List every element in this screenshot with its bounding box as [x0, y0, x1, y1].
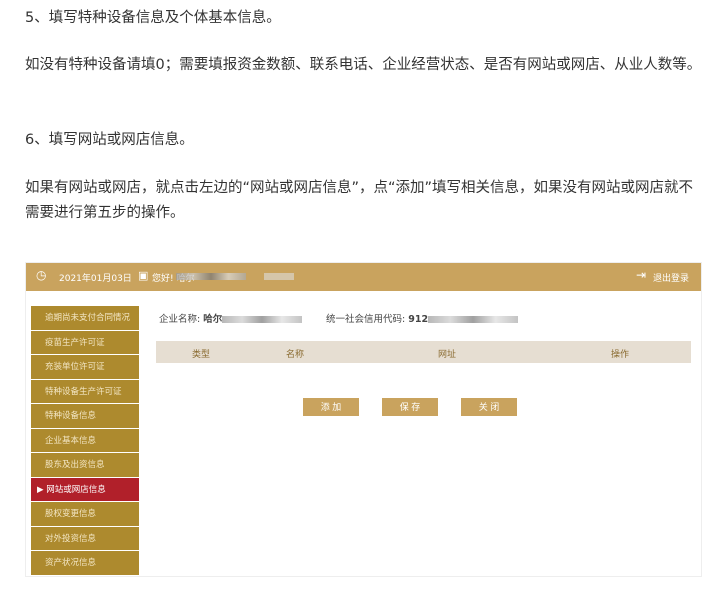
sidebar-item[interactable]: 特种设备生产许可证	[31, 379, 139, 403]
sidebar-item[interactable]: 特种设备信息	[31, 404, 139, 428]
paragraph: 5、填写特种设备信息及个体基本信息。	[25, 10, 281, 26]
sidebar-item[interactable]: 逾期尚未支付合同情况	[31, 306, 139, 330]
paragraph: 6、填写网站或网店信息。	[25, 132, 194, 148]
sidebar-item[interactable]: 股东及出资信息	[31, 453, 139, 477]
label: 企业名称:	[159, 314, 201, 325]
user-icon: ▣	[138, 269, 149, 282]
company-name: 企业名称: 哈尔	[159, 311, 303, 325]
sidebar-item-label: 网站或网店信息	[46, 484, 106, 495]
paragraph: 如果有网站或网店，就点击左边的“网站或网店信息”，点“添加”填写相关信息，如果没…	[25, 180, 694, 221]
add-button[interactable]: 添 加	[303, 398, 359, 416]
logout-link[interactable]: 退出登录	[653, 271, 689, 284]
sidebar-item[interactable]: 资产状况信息	[31, 551, 139, 575]
col-type: 类型	[192, 350, 211, 360]
save-button[interactable]: 保 存	[382, 398, 438, 416]
col-url: 网址	[438, 350, 457, 360]
label: 统一社会信用代码:	[326, 314, 406, 325]
redacted	[428, 316, 519, 323]
logout-icon[interactable]: ⇥	[636, 268, 646, 282]
table-header: 类型 名称 网址 操作	[156, 341, 691, 363]
paragraph: 如没有特种设备请填0；需要填报资金数额、联系电话、企业经营状态、是否有网站或网店…	[25, 57, 702, 73]
sidebar-item[interactable]: 对外投资信息	[31, 526, 139, 550]
sidebar: 逾期尚未支付合同情况 疫苗生产许可证 充装单位许可证 特种设备生产许可证 特种设…	[31, 306, 139, 576]
clock-icon: ◷	[36, 268, 47, 282]
redacted	[222, 316, 303, 323]
embedded-screenshot: ◷ 2021年01月03日 ▣ 您好! 哈尔 ⇥ 退出登录 逾期尚未支付合同情况…	[25, 262, 702, 577]
col-name: 名称	[286, 350, 305, 360]
sidebar-item[interactable]: 充装单位许可证	[31, 355, 139, 379]
credit-code: 统一社会信用代码: 912	[326, 311, 519, 325]
arrow-icon: ▶	[37, 484, 44, 495]
value: 912	[408, 314, 429, 325]
date: 2021年01月03日	[59, 274, 132, 284]
sidebar-item-active[interactable]: ▶ 网站或网店信息	[31, 477, 139, 501]
sidebar-item[interactable]: 股权变更信息	[31, 502, 139, 526]
sidebar-item[interactable]: 疫苗生产许可证	[31, 330, 139, 354]
redacted	[176, 273, 246, 280]
header-bar: ◷ 2021年01月03日 ▣ 您好! 哈尔 ⇥ 退出登录	[26, 263, 701, 291]
close-button[interactable]: 关 闭	[461, 398, 517, 416]
redacted	[264, 273, 294, 280]
sidebar-item[interactable]: 企业基本信息	[31, 428, 139, 452]
value: 哈尔	[203, 314, 223, 325]
col-action: 操作	[611, 350, 630, 360]
